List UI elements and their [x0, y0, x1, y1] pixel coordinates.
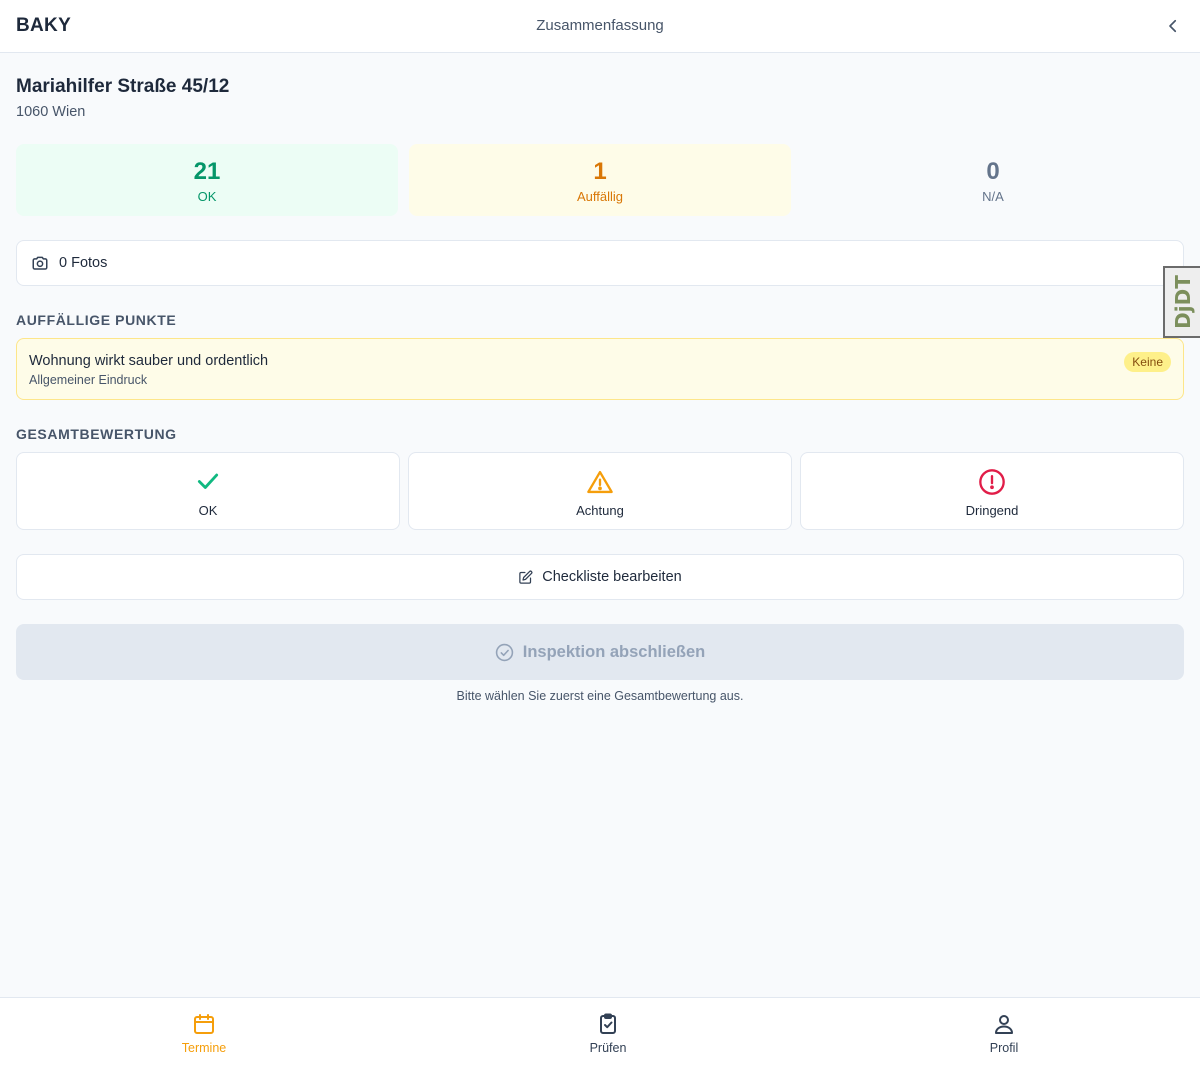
- bottom-nav: Termine Prüfen Profil: [0, 997, 1200, 1066]
- finding-item[interactable]: Wohnung wirkt sauber und ordentlich Allg…: [16, 338, 1184, 400]
- findings-section-title: AUFFÄLLIGE PUNKTE: [16, 312, 177, 328]
- back-button[interactable]: [1162, 15, 1184, 37]
- stat-na-value: 0: [986, 158, 1000, 185]
- top-bar: BAKY Zusammenfassung: [0, 0, 1200, 53]
- nav-pruefen[interactable]: Prüfen: [548, 1012, 668, 1055]
- page-title: Zusammenfassung: [536, 17, 664, 34]
- chevron-left-icon: [1169, 19, 1177, 33]
- check-circle-icon: [495, 643, 513, 661]
- check-icon: [197, 473, 219, 489]
- calendar-icon: [194, 1014, 214, 1034]
- stat-na-label: N/A: [982, 189, 1004, 204]
- photos-label: 0 Fotos: [59, 255, 108, 271]
- camera-icon: [32, 256, 48, 270]
- debug-toolbar-label: DjDT: [1170, 275, 1195, 329]
- address-city: 1060 Wien: [16, 104, 86, 120]
- warning-triangle-icon: [587, 470, 613, 494]
- stat-ok-value: 21: [193, 158, 221, 185]
- address-street: Mariahilfer Straße 45/12: [16, 76, 230, 97]
- nav-termine-label: Termine: [181, 1041, 227, 1055]
- stat-auffaellig: 1 Auffällig: [409, 144, 791, 216]
- stat-auffaellig-value: 1: [593, 158, 607, 185]
- debug-toolbar-handle[interactable]: DjDT: [1163, 266, 1200, 338]
- finish-hint: Bitte wählen Sie zuerst eine Gesamtbewer…: [456, 689, 744, 703]
- rating-achtung-label: Achtung: [576, 503, 624, 518]
- alert-circle-icon: [979, 469, 1005, 495]
- rating-dringend-label: Dringend: [965, 503, 1019, 518]
- nav-profil[interactable]: Profil: [944, 1012, 1064, 1055]
- nav-termine[interactable]: Termine: [144, 1012, 264, 1055]
- finding-severity-badge: Keine: [1124, 352, 1171, 372]
- address-block: Mariahilfer Straße 45/12 1060 Wien: [16, 76, 229, 120]
- finding-title: Wohnung wirkt sauber und ordentlich: [29, 353, 269, 369]
- finding-category: Allgemeiner Eindruck: [29, 373, 148, 387]
- clipboard-check-icon: [600, 1013, 616, 1034]
- rating-achtung-button[interactable]: Achtung: [408, 452, 792, 530]
- edit-checklist-button[interactable]: Checkliste bearbeiten: [16, 554, 1184, 600]
- edit-icon: [519, 570, 533, 584]
- edit-checklist-label: Checkliste bearbeiten: [542, 569, 682, 585]
- stat-ok-label: OK: [197, 189, 217, 204]
- stat-ok: 21 OK: [16, 144, 398, 216]
- finish-inspection-label: Inspektion abschließen: [522, 642, 706, 661]
- rating-ok-label: OK: [198, 503, 218, 518]
- photos-button[interactable]: 0 Fotos: [16, 240, 1184, 286]
- rating-dringend-button[interactable]: Dringend: [800, 452, 1184, 530]
- stat-na: 0 N/A: [802, 144, 1184, 216]
- finish-inspection-button[interactable]: Inspektion abschließen: [16, 624, 1184, 680]
- nav-profil-label: Profil: [989, 1041, 1019, 1055]
- rating-section-title: GESAMTBEWERTUNG: [16, 426, 177, 442]
- user-icon: [995, 1015, 1013, 1034]
- stat-auffaellig-label: Auffällig: [576, 189, 623, 204]
- rating-ok-button[interactable]: OK: [16, 452, 400, 530]
- nav-pruefen-label: Prüfen: [589, 1041, 627, 1055]
